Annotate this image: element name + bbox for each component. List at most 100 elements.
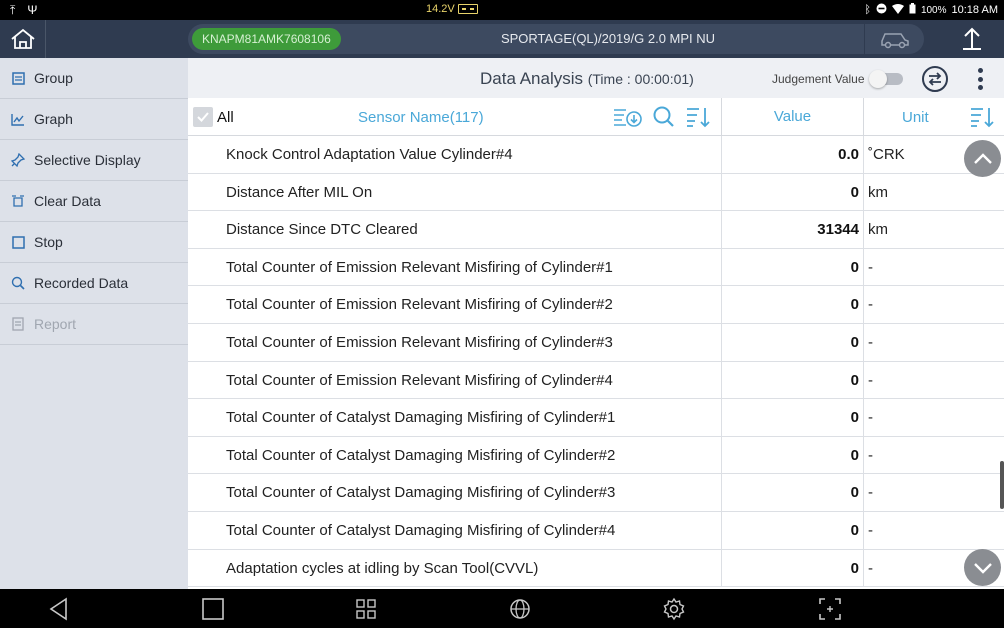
- table-row[interactable]: Knock Control Adaptation Value Cylinder#…: [188, 136, 1004, 174]
- sidebar-item-report[interactable]: Report: [0, 304, 188, 345]
- sidebar-item-label: Stop: [34, 234, 63, 250]
- status-bar: ⤒ Ψ 14.2V ᛒ 100% 10:18 AM: [0, 0, 1004, 20]
- sensor-value: 0: [721, 248, 863, 286]
- sensor-name: Total Counter of Catalyst Damaging Misfi…: [226, 484, 616, 502]
- clock: 10:18 AM: [951, 4, 998, 16]
- home-button[interactable]: [0, 20, 46, 58]
- page-title: Data Analysis (Time : 00:00:01): [480, 69, 694, 89]
- arrow-up-icon: [963, 27, 981, 50]
- elapsed-time: (Time : 00:00:01): [587, 71, 694, 87]
- more-options-button[interactable]: [970, 66, 990, 92]
- sidebar-item-label: Group: [34, 70, 73, 86]
- vehicle-name: SPORTAGE(QL)/2019/G 2.0 MPI NU: [500, 31, 716, 46]
- sidebar-item-label: Selective Display: [34, 152, 141, 168]
- unit-header-label: Unit: [902, 109, 929, 126]
- table-row[interactable]: Total Counter of Emission Relevant Misfi…: [188, 323, 1004, 362]
- exit-button[interactable]: [952, 20, 992, 58]
- swap-button[interactable]: [921, 65, 949, 93]
- sidebar-item-selective-display[interactable]: Selective Display: [0, 140, 188, 181]
- vehicle-button[interactable]: [864, 24, 924, 54]
- table-row[interactable]: Total Counter of Emission Relevant Misfi…: [188, 248, 1004, 287]
- battery-icon: [909, 3, 916, 17]
- sensor-value: 0: [721, 286, 863, 324]
- unit-header[interactable]: Unit: [863, 98, 1004, 136]
- sidebar-item-label: Report: [34, 316, 77, 332]
- sensor-value: 0: [721, 361, 863, 399]
- sensor-value: 31344: [721, 211, 863, 249]
- settings-button[interactable]: [661, 596, 687, 622]
- table-row[interactable]: Total Counter of Catalyst Damaging Misfi…: [188, 436, 1004, 475]
- globe-icon: [510, 599, 530, 619]
- vin-badge: KNAPM81AMK7608106: [192, 28, 341, 50]
- sensor-value: 0: [721, 474, 863, 512]
- sensor-name: Total Counter of Emission Relevant Misfi…: [226, 296, 613, 314]
- table-row[interactable]: Total Counter of Emission Relevant Misfi…: [188, 361, 1004, 400]
- graph-icon: [10, 111, 26, 127]
- voltage-label: 14.2V: [426, 3, 455, 15]
- sensor-value: 0.0: [721, 136, 863, 173]
- car-icon: [880, 33, 909, 49]
- judgement-value-control: Judgement Value: [772, 70, 903, 88]
- sensor-name-header[interactable]: Sensor Name(117): [358, 109, 484, 126]
- sensor-value: 0: [721, 399, 863, 437]
- table-row[interactable]: Distance Since DTC Cleared 31344 km: [188, 211, 1004, 249]
- sensor-value: 0: [721, 173, 863, 211]
- recorded-icon: [10, 275, 26, 291]
- apps-grid-icon: [356, 599, 376, 619]
- screenshot-icon: [819, 598, 841, 620]
- sensor-name: Total Counter of Catalyst Damaging Misfi…: [226, 446, 616, 464]
- unit-sort-icon[interactable]: [970, 106, 994, 128]
- apps-grid-button[interactable]: [353, 596, 379, 622]
- scroll-down-button[interactable]: [964, 549, 1001, 586]
- sidebar-item-label: Recorded Data: [34, 275, 129, 291]
- table-row[interactable]: Total Counter of Catalyst Damaging Misfi…: [188, 511, 1004, 550]
- sensor-unit: -: [863, 474, 1004, 512]
- scrollbar-thumb[interactable]: [1000, 461, 1004, 509]
- select-all-checkbox[interactable]: [193, 107, 213, 127]
- stop-icon: [10, 234, 26, 250]
- scroll-up-button[interactable]: [964, 140, 1001, 177]
- filter-download-icon[interactable]: [612, 106, 644, 128]
- back-icon: [49, 597, 67, 621]
- sensor-name: Knock Control Adaptation Value Cylinder#…: [226, 146, 513, 163]
- sensor-unit: km: [863, 211, 1004, 249]
- value-header[interactable]: Value: [721, 98, 863, 136]
- table-header: All Sensor Name(117) Value Unit: [188, 98, 1004, 136]
- browser-button[interactable]: [507, 596, 533, 622]
- table-row[interactable]: Adaptation cycles at idling by Scan Tool…: [188, 549, 1004, 588]
- sensor-unit: -: [863, 248, 1004, 286]
- recent-apps-button[interactable]: [200, 596, 226, 622]
- sidebar-item-clear-data[interactable]: Clear Data: [0, 181, 188, 222]
- sensor-name: Distance After MIL On: [226, 183, 373, 201]
- table-row[interactable]: Distance After MIL On 0 km: [188, 173, 1004, 212]
- usb-icon: Ψ: [27, 3, 38, 17]
- sensor-unit: -: [863, 286, 1004, 324]
- battery-percent: 100%: [920, 4, 947, 16]
- screenshot-button[interactable]: [817, 596, 843, 622]
- judgement-toggle[interactable]: [868, 70, 903, 88]
- sidebar-item-group[interactable]: Group: [0, 58, 188, 99]
- recent-apps-icon: [202, 598, 224, 620]
- sort-icon[interactable]: [686, 106, 710, 128]
- table-row[interactable]: Total Counter of Catalyst Damaging Misfi…: [188, 474, 1004, 512]
- sensor-unit: km: [863, 173, 1004, 211]
- back-button[interactable]: [46, 596, 72, 622]
- voltage-indicator: 14.2V: [426, 3, 478, 15]
- report-icon: [10, 316, 26, 332]
- sensor-unit: -: [863, 323, 1004, 361]
- table-row[interactable]: Total Counter of Emission Relevant Misfi…: [188, 286, 1004, 324]
- table-row[interactable]: Total Counter of Catalyst Damaging Misfi…: [188, 399, 1004, 437]
- app-header: KNAPM81AMK7608106 SPORTAGE(QL)/2019/G 2.…: [0, 20, 1004, 58]
- sensor-name: Adaptation cycles at idling by Scan Tool…: [226, 559, 539, 577]
- search-icon[interactable]: [652, 106, 676, 128]
- bluetooth-icon: ᛒ: [864, 4, 871, 16]
- sensor-value: 0: [721, 511, 863, 549]
- sidebar-item-recorded-data[interactable]: Recorded Data: [0, 263, 188, 304]
- sensor-name: Total Counter of Catalyst Damaging Misfi…: [226, 409, 616, 427]
- vehicle-info-bar: KNAPM81AMK7608106 SPORTAGE(QL)/2019/G 2.…: [188, 24, 924, 54]
- sidebar-item-stop[interactable]: Stop: [0, 222, 188, 263]
- sidebar-item-graph[interactable]: Graph: [0, 99, 188, 140]
- sensor-table-body: Knock Control Adaptation Value Cylinder#…: [188, 136, 1004, 588]
- swap-icon: [922, 66, 948, 92]
- settings-icon: [663, 597, 685, 621]
